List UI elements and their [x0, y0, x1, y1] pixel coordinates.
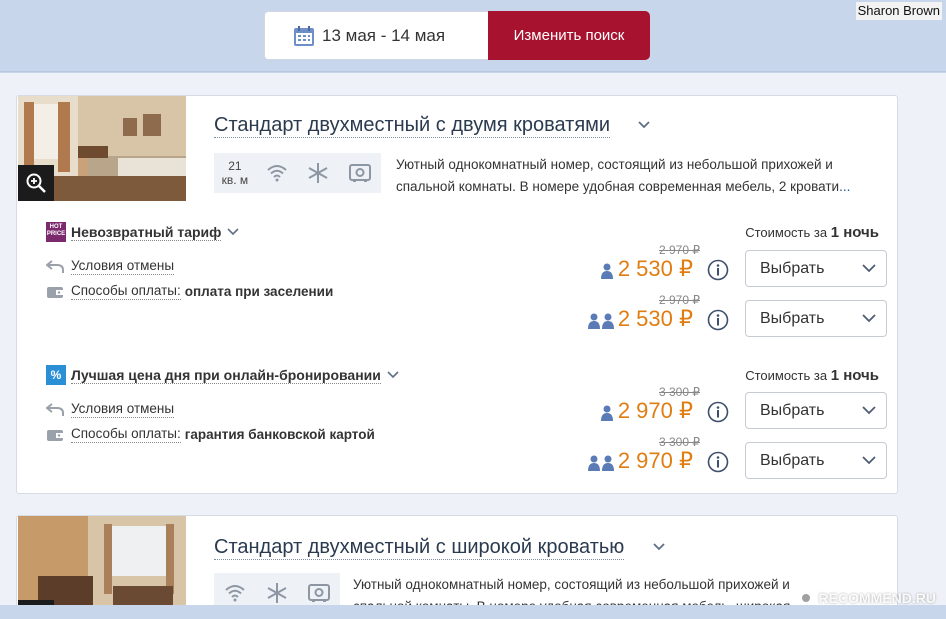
- change-search-button[interactable]: Изменить поиск: [488, 11, 650, 60]
- one-guest-icon: [601, 263, 613, 279]
- tariff-name: Лучшая цена дня при онлайн-бронировании: [71, 366, 381, 384]
- tariff-header[interactable]: % Лучшая цена дня при онлайн-бронировани…: [46, 365, 399, 385]
- undo-arrow-icon: [46, 259, 64, 273]
- price-row: 3 300 ₽ 2 970 ₽ Выбрать: [557, 385, 887, 432]
- magnifier-plus-icon: [26, 173, 46, 193]
- cost-for-label: Стоимость за: [745, 225, 828, 240]
- room-card: Стандарт двухместный с двумя кроватями 2…: [16, 95, 898, 494]
- cancel-conditions-link[interactable]: Условия отмены: [71, 258, 175, 275]
- chevron-down-icon[interactable]: [637, 120, 651, 130]
- old-price: 3 300 ₽: [659, 435, 700, 449]
- room-card: Стандарт двухместный с широкой кроватью: [16, 515, 898, 619]
- price-row: 2 970 ₽ 2 530 ₽ Выбрать: [557, 293, 887, 340]
- payment-method-value: гарантия банковской картой: [184, 427, 375, 442]
- chevron-down-icon: [387, 371, 399, 379]
- old-price: 2 970 ₽: [659, 243, 700, 257]
- air-conditioning-icon: [298, 153, 340, 193]
- zoom-photo-button[interactable]: [18, 165, 54, 201]
- two-guests-icon: [588, 313, 614, 329]
- tariff-name: Невозвратный тариф: [71, 223, 222, 241]
- cancel-conditions[interactable]: Условия отмены: [46, 258, 175, 275]
- tariff-header[interactable]: HOT PRICE Невозвратный тариф: [46, 222, 239, 242]
- wallet-icon: [47, 286, 63, 298]
- wallet-icon: [47, 429, 63, 441]
- payment-method-value: оплата при заселении: [184, 284, 334, 299]
- description-more-link[interactable]: ...: [839, 179, 850, 194]
- room-description: Уютный однокомнатный номер, состоящий из…: [396, 154, 876, 198]
- current-price: 2 530 ₽: [617, 256, 693, 281]
- date-range-field[interactable]: 13 мая - 14 мая: [264, 11, 490, 60]
- select-button[interactable]: Выбрать: [745, 442, 887, 479]
- room-photo[interactable]: [18, 516, 186, 619]
- chevron-down-icon[interactable]: [652, 542, 666, 552]
- current-price: 2 970 ₽: [617, 398, 693, 423]
- discount-badge-text: %: [50, 368, 62, 382]
- two-guests-icon: [588, 455, 614, 471]
- undo-arrow-icon: [46, 402, 64, 416]
- wifi-icon: [256, 153, 298, 193]
- cost-for-value: 1 ночь: [830, 367, 879, 384]
- payment-methods: Способы оплаты: гарантия банковской карт…: [46, 426, 375, 443]
- room-area-unit: кв. м: [221, 173, 249, 187]
- info-icon[interactable]: [707, 309, 729, 331]
- select-button[interactable]: Выбрать: [745, 392, 887, 429]
- old-price: 2 970 ₽: [659, 293, 700, 307]
- amenities-bar: 21 кв. м: [214, 153, 381, 193]
- price-row: 3 300 ₽ 2 970 ₽ Выбрать: [557, 435, 887, 482]
- room-title[interactable]: Стандарт двухместный с широкой кроватью: [214, 535, 625, 560]
- room-description-text: Уютный однокомнатный номер, состоящий из…: [396, 157, 840, 194]
- price-row: 2 970 ₽ 2 530 ₽ Выбрать: [557, 243, 887, 290]
- bottom-edge: [0, 605, 946, 619]
- discount-badge: %: [46, 365, 66, 385]
- old-price: 3 300 ₽: [659, 385, 700, 399]
- chevron-down-icon: [227, 228, 239, 236]
- current-price: 2 530 ₽: [617, 306, 693, 331]
- hot-price-badge: HOT PRICE: [46, 222, 66, 242]
- select-button[interactable]: Выбрать: [745, 300, 887, 337]
- payment-methods: Способы оплаты: оплата при заселении: [46, 283, 333, 300]
- cost-for-value: 1 ночь: [830, 224, 879, 241]
- cancel-conditions[interactable]: Условия отмены: [46, 401, 175, 418]
- chevron-down-icon: [862, 314, 876, 323]
- select-button-label: Выбрать: [760, 451, 825, 469]
- safe-icon: [339, 153, 381, 193]
- chevron-down-icon: [862, 406, 876, 415]
- calendar-icon: [294, 25, 314, 46]
- select-button-label: Выбрать: [760, 259, 825, 277]
- info-icon[interactable]: [707, 451, 729, 473]
- info-icon[interactable]: [707, 259, 729, 281]
- room-photo[interactable]: [18, 96, 186, 201]
- payment-methods-link[interactable]: Способы оплаты:: [71, 283, 181, 300]
- room-title[interactable]: Стандарт двухместный с двумя кроватями: [214, 113, 611, 138]
- payment-methods-link[interactable]: Способы оплаты:: [71, 426, 181, 443]
- current-price: 2 970 ₽: [617, 448, 693, 473]
- watermark-username: Sharon Brown: [855, 2, 942, 20]
- one-guest-icon: [601, 405, 613, 421]
- room-area: 21 кв. м: [214, 159, 256, 187]
- info-icon[interactable]: [707, 401, 729, 423]
- chevron-down-icon: [862, 456, 876, 465]
- date-range-text: 13 мая - 14 мая: [322, 25, 446, 45]
- search-bar: 13 мая - 14 мая Изменить поиск Sharon Br…: [0, 0, 946, 72]
- results-area: Стандарт двухместный с двумя кроватями 2…: [0, 73, 946, 619]
- cancel-conditions-link[interactable]: Условия отмены: [71, 401, 175, 418]
- room-area-value: 21: [228, 159, 242, 173]
- select-button-label: Выбрать: [760, 309, 825, 327]
- select-button[interactable]: Выбрать: [745, 250, 887, 287]
- cost-per-night: Стоимость за 1 ночь: [745, 224, 879, 241]
- cost-for-label: Стоимость за: [745, 368, 828, 383]
- chevron-down-icon: [862, 264, 876, 273]
- watermark-site-text: RECOMMEND.RU: [818, 590, 936, 606]
- select-button-label: Выбрать: [760, 401, 825, 419]
- cost-per-night: Стоимость за 1 ночь: [745, 367, 879, 384]
